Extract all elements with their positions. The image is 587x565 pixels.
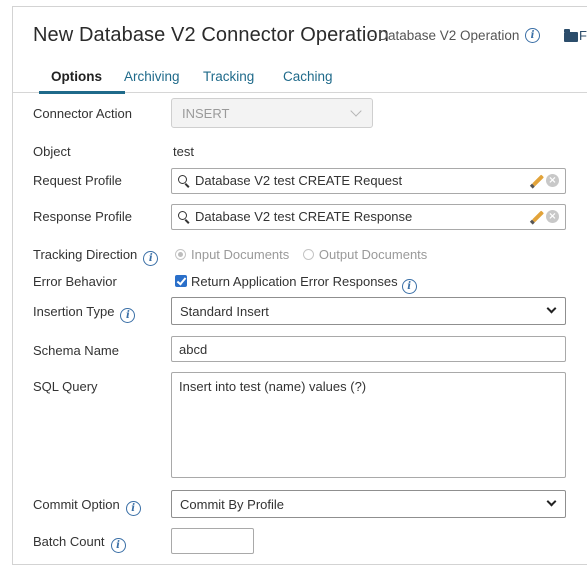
response-profile-label: Response Profile <box>33 209 132 224</box>
pencil-icon[interactable] <box>531 174 545 187</box>
response-profile-value: Database V2 test CREATE Response <box>195 209 413 224</box>
info-icon[interactable]: i <box>110 538 126 553</box>
search-icon <box>178 211 187 220</box>
folder-icon[interactable] <box>564 29 578 42</box>
request-profile-field[interactable]: Database V2 test CREATE Request × <box>171 168 566 194</box>
search-icon <box>178 175 187 184</box>
request-profile-label: Request Profile <box>33 173 122 188</box>
insertion-type-label: Insertion Type i <box>33 304 136 323</box>
title-bar: New Database V2 Connector Operation - Da… <box>13 7 587 59</box>
commit-option-label: Commit Option i <box>33 497 141 516</box>
return-error-checkbox[interactable] <box>175 275 187 287</box>
error-behavior-checkbox-row[interactable]: Return Application Error Responses i <box>175 274 417 294</box>
tab-caching[interactable]: Caching <box>283 69 333 84</box>
sql-query-label: SQL Query <box>33 379 98 394</box>
chevron-down-icon <box>546 496 557 507</box>
object-value: test <box>173 144 194 159</box>
schema-name-label: Schema Name <box>33 343 119 358</box>
chevron-down-icon <box>546 303 557 314</box>
commit-option-value: Commit By Profile <box>180 497 285 512</box>
clear-icon[interactable]: × <box>546 210 559 223</box>
info-icon[interactable]: i <box>125 501 141 516</box>
chevron-down-icon <box>350 105 362 117</box>
tab-tracking[interactable]: Tracking <box>203 69 254 84</box>
info-icon[interactable]: i <box>525 28 540 43</box>
tab-options[interactable]: Options <box>51 69 102 84</box>
object-label: Object <box>33 144 71 159</box>
tracking-direction-radios: Input Documents Output Documents <box>175 247 427 262</box>
folder-label[interactable]: F <box>579 28 587 43</box>
info-icon[interactable]: i <box>120 308 136 323</box>
clear-icon[interactable]: × <box>546 174 559 187</box>
info-icon[interactable]: i <box>143 251 159 266</box>
connector-action-select: INSERT <box>171 98 373 128</box>
insertion-type-select[interactable]: Standard Insert <box>171 297 566 325</box>
output-documents-radio <box>302 249 314 260</box>
tracking-direction-text: Tracking Direction <box>33 247 138 262</box>
schema-name-input[interactable]: abcd <box>171 336 566 362</box>
active-tab-indicator <box>39 91 125 94</box>
tab-archiving[interactable]: Archiving <box>124 69 180 84</box>
pencil-icon[interactable] <box>531 210 545 223</box>
return-error-label[interactable]: Return Application Error Responses <box>191 274 398 289</box>
batch-count-text: Batch Count <box>33 534 105 549</box>
commit-option-select[interactable]: Commit By Profile <box>171 490 566 518</box>
input-documents-label: Input Documents <box>191 247 290 262</box>
schema-name-value: abcd <box>179 342 208 357</box>
batch-count-input[interactable] <box>171 528 254 554</box>
operation-type-label: - Database V2 Operation <box>370 28 520 43</box>
batch-count-label: Batch Count i <box>33 534 126 553</box>
connector-action-value: INSERT <box>182 106 230 121</box>
output-documents-label: Output Documents <box>318 247 428 262</box>
commit-option-text: Commit Option <box>33 497 120 512</box>
request-profile-value: Database V2 test CREATE Request <box>195 173 403 188</box>
sql-query-value: Insert into test (name) values (?) <box>179 379 367 394</box>
sql-query-textarea[interactable]: Insert into test (name) values (?) <box>171 372 566 478</box>
tab-bar: Options Archiving Tracking Caching <box>13 67 587 94</box>
input-documents-radio <box>175 249 186 260</box>
connector-action-label: Connector Action <box>33 106 133 121</box>
response-profile-field[interactable]: Database V2 test CREATE Response × <box>171 204 566 230</box>
insertion-type-value: Standard Insert <box>180 304 269 319</box>
info-icon[interactable]: i <box>401 279 417 294</box>
insertion-type-text: Insertion Type <box>33 304 115 319</box>
operation-panel: New Database V2 Connector Operation - Da… <box>12 6 587 565</box>
tracking-direction-label: Tracking Direction i <box>33 247 159 266</box>
page-title: New Database V2 Connector Operation <box>33 24 389 46</box>
error-behavior-label: Error Behavior <box>33 274 117 289</box>
